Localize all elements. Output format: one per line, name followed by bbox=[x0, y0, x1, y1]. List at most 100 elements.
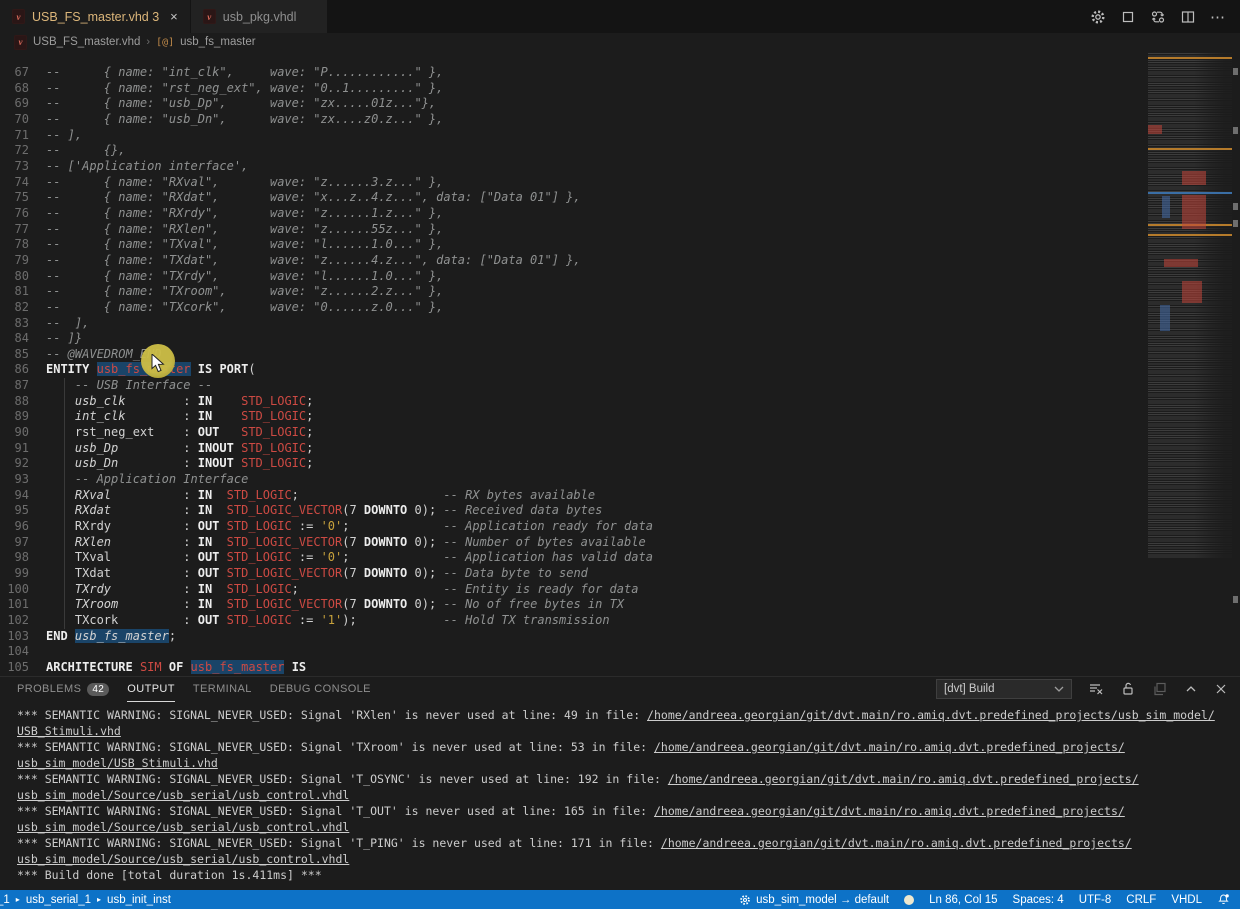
tab-label: USB_FS_master.vhd 3 bbox=[32, 10, 159, 24]
file-path-link[interactable]: usb_sim_model/Source/usb_serial/usb_cont… bbox=[17, 820, 349, 834]
panel-tab-problems[interactable]: PROBLEMS 42 bbox=[17, 677, 109, 702]
close-panel-icon[interactable] bbox=[1214, 682, 1228, 696]
file-path-link[interactable]: /home/andreea.georgian/git/dvt.main/ro.a… bbox=[654, 804, 1125, 818]
triangle-right-icon: ▸ bbox=[97, 895, 101, 904]
code-line[interactable]: 105ARCHITECTURE SIM OF usb_fs_master IS bbox=[0, 660, 1240, 676]
code-editor[interactable]: 67-- { name: "int_clk", wave: "P........… bbox=[0, 51, 1240, 676]
build-config-item[interactable]: usb_sim_model → default bbox=[739, 894, 889, 906]
indentation-indicator[interactable]: Spaces: 4 bbox=[1013, 894, 1064, 906]
status-scope-breadcrumb[interactable]: _1 ▸ usb_serial_1 ▸ usb_init_inst bbox=[0, 894, 171, 906]
run-square-icon[interactable] bbox=[1120, 9, 1136, 25]
tab-usb-pkg[interactable]: v usb_pkg.vhdl bbox=[191, 0, 329, 33]
code-line[interactable]: 96 RXrdy : OUT STD_LOGIC := '0'; -- Appl… bbox=[0, 519, 1240, 535]
line-number: 94 bbox=[0, 488, 46, 504]
code-line[interactable]: 73-- ['Application interface', bbox=[0, 159, 1240, 175]
code-line[interactable]: 93 -- Application Interface bbox=[0, 472, 1240, 488]
line-number: 95 bbox=[0, 503, 46, 519]
code-line[interactable]: 72-- {}, bbox=[0, 143, 1240, 159]
code-line[interactable]: 68-- { name: "rst_neg_ext", wave: "0..1.… bbox=[0, 81, 1240, 97]
code-line[interactable]: 104 bbox=[0, 644, 1240, 660]
language-indicator[interactable]: VHDL bbox=[1171, 894, 1202, 906]
code-line[interactable]: 100 TXrdy : IN STD_LOGIC; -- Entity is r… bbox=[0, 582, 1240, 598]
output-row: usb_sim_model/Source/usb_serial/usb_cont… bbox=[17, 819, 1240, 835]
file-path-link[interactable]: usb_sim_model/USB_Stimuli.vhd bbox=[17, 756, 218, 770]
triangle-right-icon: ▸ bbox=[16, 895, 20, 904]
unlock-scroll-icon[interactable] bbox=[1120, 681, 1136, 697]
file-path-link[interactable]: usb_sim_model/Source/usb_serial/usb_cont… bbox=[17, 852, 349, 866]
line-number: 99 bbox=[0, 566, 46, 582]
code-line[interactable]: 71-- ], bbox=[0, 128, 1240, 144]
file-path-link[interactable]: /home/andreea.georgian/git/dvt.main/ro.a… bbox=[654, 740, 1125, 754]
code-line[interactable]: 88 usb_clk : IN STD_LOGIC; bbox=[0, 394, 1240, 410]
breadcrumb-file[interactable]: USB_FS_master.vhd bbox=[33, 36, 140, 48]
panel-tab-debug-console[interactable]: DEBUG CONSOLE bbox=[270, 677, 371, 702]
notifications-bell-icon[interactable] bbox=[1217, 893, 1230, 906]
vhdl-file-icon: v bbox=[203, 9, 216, 24]
line-number: 101 bbox=[0, 597, 46, 613]
ruler-mark bbox=[1233, 220, 1238, 227]
code-line[interactable]: 69-- { name: "usb_Dp", wave: "zx.....01z… bbox=[0, 96, 1240, 112]
file-path-link[interactable]: /home/andreea.georgian/git/dvt.main/ro.a… bbox=[647, 708, 1215, 722]
entity-symbol-icon: [@] bbox=[156, 37, 174, 48]
code-line[interactable]: 75-- { name: "RXdat", wave: "x...z..4.z.… bbox=[0, 190, 1240, 206]
code-line[interactable]: 70-- { name: "usb_Dn", wave: "zx....z0.z… bbox=[0, 112, 1240, 128]
open-changes-icon[interactable] bbox=[1150, 9, 1166, 25]
minimap-token bbox=[1164, 259, 1198, 267]
close-tab-icon[interactable]: × bbox=[170, 9, 178, 24]
code-line[interactable]: 97 RXlen : IN STD_LOGIC_VECTOR(7 DOWNTO … bbox=[0, 535, 1240, 551]
line-number: 83 bbox=[0, 316, 46, 332]
panel-tab-terminal[interactable]: TERMINAL bbox=[193, 677, 252, 702]
file-path-link[interactable]: /home/andreea.georgian/git/dvt.main/ro.a… bbox=[668, 772, 1139, 786]
code-line[interactable]: 85-- @WAVEDROM_END bbox=[0, 347, 1240, 363]
code-line[interactable]: 76-- { name: "RXrdy", wave: "z......1.z.… bbox=[0, 206, 1240, 222]
code-line[interactable]: 79-- { name: "TXdat", wave: "z......4.z.… bbox=[0, 253, 1240, 269]
editor-actions: ⋯ bbox=[1090, 0, 1240, 33]
code-line[interactable]: 90 rst_neg_ext : OUT STD_LOGIC; bbox=[0, 425, 1240, 441]
breadcrumb-symbol[interactable]: usb_fs_master bbox=[180, 36, 255, 48]
code-line[interactable]: 89 int_clk : IN STD_LOGIC; bbox=[0, 409, 1240, 425]
breadcrumb: v USB_FS_master.vhd › [@] usb_fs_master bbox=[0, 33, 1146, 51]
code-line[interactable]: 74-- { name: "RXval", wave: "z......3.z.… bbox=[0, 175, 1240, 191]
output-channel-select[interactable]: [dvt] Build bbox=[936, 679, 1072, 699]
line-number: 82 bbox=[0, 300, 46, 316]
code-line[interactable]: 83-- ], bbox=[0, 316, 1240, 332]
eol-indicator[interactable]: CRLF bbox=[1126, 894, 1156, 906]
file-path-link[interactable]: USB_Stimuli.vhd bbox=[17, 724, 121, 738]
code-line[interactable]: 98 TXval : OUT STD_LOGIC := '0'; -- Appl… bbox=[0, 550, 1240, 566]
clear-output-icon[interactable] bbox=[1088, 681, 1104, 697]
code-line[interactable]: 86ENTITY usb_fs_master IS PORT( bbox=[0, 362, 1240, 378]
status-right-items: usb_sim_model → default Ln 86, Col 15 Sp… bbox=[739, 893, 1240, 906]
file-path-link[interactable]: /home/andreea.georgian/git/dvt.main/ro.a… bbox=[661, 836, 1132, 850]
code-line[interactable]: 81-- { name: "TXroom", wave: "z......2.z… bbox=[0, 284, 1240, 300]
open-output-in-editor-icon[interactable] bbox=[1152, 681, 1168, 697]
code-line[interactable]: 92 usb_Dn : INOUT STD_LOGIC; bbox=[0, 456, 1240, 472]
code-line[interactable]: 99 TXdat : OUT STD_LOGIC_VECTOR(7 DOWNTO… bbox=[0, 566, 1240, 582]
code-line[interactable]: 94 RXval : IN STD_LOGIC; -- RX bytes ava… bbox=[0, 488, 1240, 504]
tab-label: usb_pkg.vhdl bbox=[223, 10, 297, 24]
panel-tab-output[interactable]: OUTPUT bbox=[127, 677, 175, 702]
code-line[interactable]: 101 TXroom : IN STD_LOGIC_VECTOR(7 DOWNT… bbox=[0, 597, 1240, 613]
code-line[interactable]: 103END usb_fs_master; bbox=[0, 629, 1240, 645]
settings-gear-icon[interactable] bbox=[1090, 9, 1106, 25]
code-line[interactable]: 95 RXdat : IN STD_LOGIC_VECTOR(7 DOWNTO … bbox=[0, 503, 1240, 519]
overview-ruler[interactable] bbox=[1232, 51, 1240, 676]
code-line[interactable]: 91 usb_Dp : INOUT STD_LOGIC; bbox=[0, 441, 1240, 457]
encoding-indicator[interactable]: UTF-8 bbox=[1079, 894, 1112, 906]
code-line[interactable]: 80-- { name: "TXrdy", wave: "l......1.0.… bbox=[0, 269, 1240, 285]
code-line[interactable]: 67-- { name: "int_clk", wave: "P........… bbox=[0, 65, 1240, 81]
more-actions-icon[interactable]: ⋯ bbox=[1210, 8, 1226, 26]
split-editor-icon[interactable] bbox=[1180, 9, 1196, 25]
maximize-panel-icon[interactable] bbox=[1184, 682, 1198, 696]
code-line[interactable]: 82-- { name: "TXcork", wave: "0......z.0… bbox=[0, 300, 1240, 316]
code-line[interactable]: 77-- { name: "RXlen", wave: "z......55z.… bbox=[0, 222, 1240, 238]
tab-usb-fs-master[interactable]: v USB_FS_master.vhd 3 × bbox=[0, 0, 191, 33]
code-line[interactable]: 102 TXcork : OUT STD_LOGIC := '1'); -- H… bbox=[0, 613, 1240, 629]
file-path-link[interactable]: usb_sim_model/Source/usb_serial/usb_cont… bbox=[17, 788, 349, 802]
vhdl-file-icon: v bbox=[14, 35, 27, 50]
code-line[interactable]: 84-- ]} bbox=[0, 331, 1240, 347]
code-line[interactable]: 87 -- USB Interface -- bbox=[0, 378, 1240, 394]
line-col-indicator[interactable]: Ln 86, Col 15 bbox=[929, 894, 997, 906]
gear-icon bbox=[739, 894, 751, 906]
code-line[interactable]: 78-- { name: "TXval", wave: "l......1.0.… bbox=[0, 237, 1240, 253]
minimap[interactable] bbox=[1148, 53, 1232, 558]
